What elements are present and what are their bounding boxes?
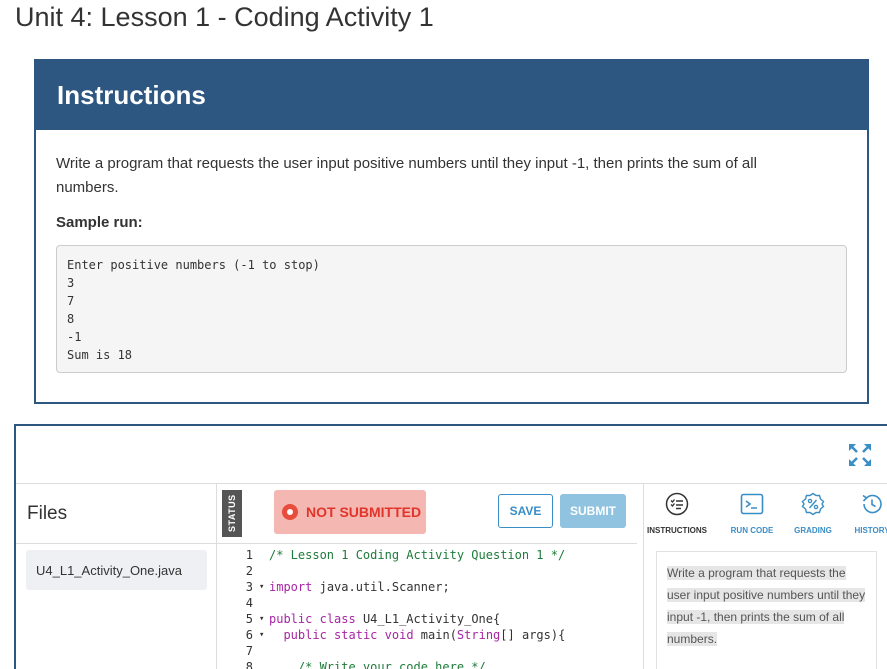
tab-instructions[interactable]: INSTRUCTIONS <box>644 484 710 544</box>
fold-toggle-icon <box>259 643 269 659</box>
code-text: public static void main(String[] args){ <box>283 628 566 642</box>
sample-line: 3 <box>67 276 75 290</box>
line-number: 4 <box>245 596 253 610</box>
sample-line: 7 <box>67 294 75 308</box>
sample-line: Enter positive numbers (-1 to stop) <box>67 258 320 272</box>
tab-label: INSTRUCTIONS <box>647 526 707 535</box>
list-icon <box>665 492 689 516</box>
instructions-description: Write a program that requests the user i… <box>56 155 757 196</box>
code-line[interactable]: 4 <box>237 595 637 611</box>
sample-line: Sum is 18 <box>67 348 133 362</box>
right-panel-instructions-text: Write a program that requests the user i… <box>667 566 866 646</box>
line-number: 6 <box>245 628 253 642</box>
code-line[interactable]: 5 ▾ public class U4_L1_Activity_One{ <box>237 611 637 627</box>
submission-status-badge: NOT SUBMITTED <box>274 490 426 534</box>
line-number: 5 <box>245 612 253 626</box>
right-panel: INSTRUCTIONS RUN CODE GRADING HISTORY Wr… <box>643 484 887 669</box>
line-number: 8 <box>245 660 253 669</box>
ide-topbar <box>16 426 887 484</box>
tab-label: RUN CODE <box>730 526 774 535</box>
fold-toggle-icon[interactable]: ▾ <box>259 611 269 627</box>
code-line[interactable]: 7 <box>237 643 637 659</box>
instructions-card: Instructions Write a program that reques… <box>34 59 869 404</box>
code-text: /* Write your code here */ <box>269 660 486 669</box>
instructions-header: Instructions <box>36 61 867 130</box>
percent-badge-icon <box>801 492 825 516</box>
code-text: /* Lesson 1 Coding Activity Question 1 *… <box>269 548 566 562</box>
right-panel-tabs: INSTRUCTIONS RUN CODE GRADING HISTORY <box>644 484 887 544</box>
line-number: 1 <box>245 548 253 562</box>
tab-history[interactable]: HISTORY <box>842 484 887 544</box>
code-line[interactable]: 3 ▾ import java.util.Scanner; <box>237 579 637 595</box>
fold-toggle-icon[interactable]: ▾ <box>259 627 269 643</box>
fold-toggle-icon <box>259 547 269 563</box>
history-icon <box>862 494 882 514</box>
line-number: 3 <box>245 580 253 594</box>
code-line[interactable]: 1 /* Lesson 1 Coding Activity Question 1 … <box>237 547 637 563</box>
submission-status-text: NOT SUBMITTED <box>306 504 422 520</box>
code-text: import java.util.Scanner; <box>269 580 450 594</box>
code-ide: Files U4_L1_Activity_One.java NOT SUBMIT… <box>14 424 887 669</box>
right-panel-content: Write a program that requests the user i… <box>656 551 877 669</box>
tab-label: HISTORY <box>854 526 887 535</box>
fold-toggle-icon <box>259 563 269 579</box>
tab-label: GRADING <box>794 526 832 535</box>
fold-toggle-icon[interactable]: ▾ <box>259 579 269 595</box>
editor-toolbar: NOT SUBMITTED SAVE SUBMIT <box>217 484 637 544</box>
terminal-icon <box>740 493 764 515</box>
status-label: STATUS <box>222 490 242 537</box>
tab-grading[interactable]: GRADING <box>784 484 842 544</box>
line-number: 7 <box>245 644 253 658</box>
submit-button[interactable]: SUBMIT <box>560 494 626 528</box>
save-button[interactable]: SAVE <box>498 494 553 528</box>
files-panel: Files U4_L1_Activity_One.java <box>16 484 217 669</box>
code-line[interactable]: 6 ▾ public static void main(String[] args… <box>237 627 637 643</box>
code-line[interactable]: 8 /* Write your code here */ <box>237 659 637 669</box>
sample-run-box: Enter positive numbers (-1 to stop) 3 7 … <box>56 245 847 373</box>
sample-line: 8 <box>67 312 75 326</box>
code-editor[interactable]: 1 /* Lesson 1 Coding Activity Question 1 … <box>237 544 637 669</box>
sample-line: -1 <box>67 330 82 344</box>
tab-run-code[interactable]: RUN CODE <box>712 484 792 544</box>
code-text: public class U4_L1_Activity_One{ <box>269 612 501 626</box>
instructions-heading: Instructions <box>57 80 206 110</box>
file-item[interactable]: U4_L1_Activity_One.java <box>26 550 207 590</box>
page-title: Unit 4: Lesson 1 - Coding Activity 1 <box>15 2 434 32</box>
expand-icon[interactable] <box>847 442 873 468</box>
code-line[interactable]: 2 <box>237 563 637 579</box>
files-title: Files <box>16 484 216 544</box>
fold-toggle-icon <box>259 595 269 611</box>
fold-toggle-icon <box>259 659 269 669</box>
sample-run-label: Sample run: <box>56 214 143 231</box>
line-number: 2 <box>245 564 253 578</box>
status-dot-icon <box>282 504 298 520</box>
editor-area: NOT SUBMITTED SAVE SUBMIT 1 /* Lesson 1 C… <box>217 484 637 669</box>
instructions-body: Write a program that requests the user i… <box>36 130 867 373</box>
